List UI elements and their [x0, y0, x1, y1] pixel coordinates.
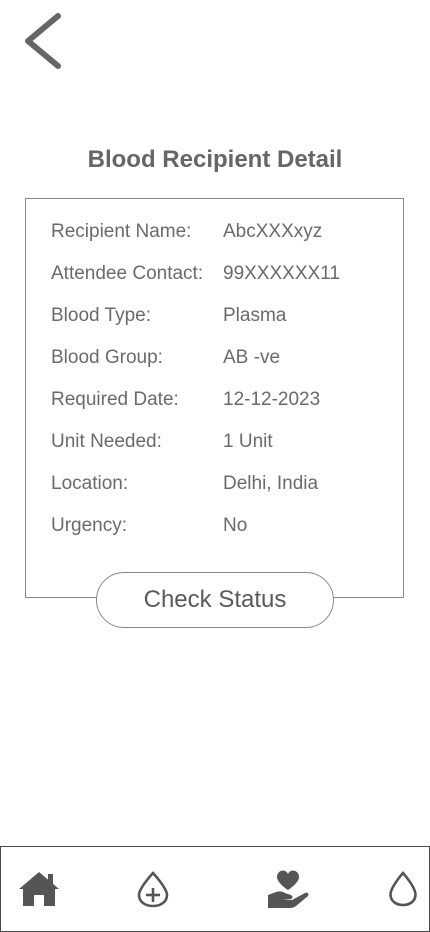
detail-value: AbcXXXxyz — [223, 221, 323, 242]
detail-label: Attendee Contact: — [51, 263, 204, 284]
check-status-button[interactable]: Check Status — [96, 572, 334, 628]
blood-drop-icon — [389, 871, 417, 907]
detail-label: Recipient Name: — [51, 221, 192, 242]
detail-value: Plasma — [223, 305, 287, 326]
home-icon — [19, 872, 59, 906]
detail-value: No — [223, 515, 248, 536]
page-title: Blood Recipient Detail — [87, 146, 343, 173]
nav-item-home[interactable] — [9, 847, 69, 931]
detail-label: Unit Needed: — [51, 431, 162, 452]
detail-value: Delhi, India — [223, 473, 319, 494]
detail-label: Blood Group: — [51, 347, 163, 368]
detail-label: Location: — [51, 473, 129, 494]
nav-item-request-blood[interactable] — [123, 847, 183, 931]
detail-value: AB -ve — [223, 347, 281, 368]
detail-value: 99XXXXXX11 — [223, 263, 340, 284]
back-button[interactable] — [20, 12, 68, 70]
nav-item-blood-bank[interactable] — [373, 847, 430, 931]
nav-item-donate[interactable] — [259, 847, 319, 931]
bottom-nav — [0, 846, 430, 932]
hand-heart-icon — [268, 870, 309, 908]
blood-drop-plus-icon — [137, 871, 169, 908]
recipient-detail-card: Recipient Name: AbcXXXxyz Attendee Conta… — [25, 198, 404, 598]
detail-label: Blood Type: — [51, 305, 152, 326]
detail-label: Urgency: — [51, 515, 128, 536]
detail-value: 1 Unit — [223, 431, 273, 452]
detail-value: 12-12-2023 — [223, 389, 321, 410]
detail-label: Required Date: — [51, 389, 179, 410]
chevron-left-icon — [25, 13, 61, 69]
